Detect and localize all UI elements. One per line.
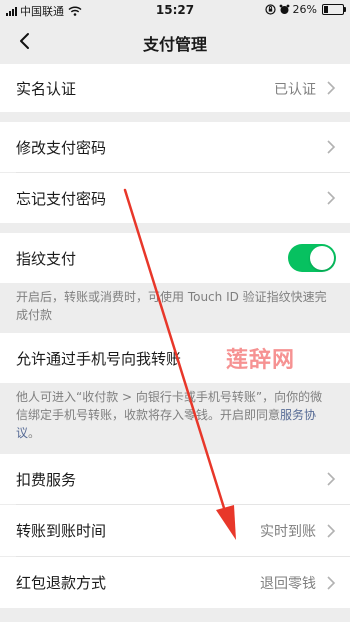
description-end: 。 (28, 426, 41, 440)
battery-percent: 26% (292, 3, 317, 16)
fingerprint-description: 开启后，转账或消费时，可使用 Touch ID 验证指纹快速完成付款 (16, 290, 327, 322)
red-packet-refund-row[interactable]: 红包退款方式 退回零钱 (0, 557, 350, 608)
phone-transfer-label: 允许通过手机号向我转账 (16, 350, 182, 368)
arrival-time-value: 实时到账 (260, 524, 316, 540)
chevron-right-icon (327, 191, 336, 205)
fingerprint-pay-toggle[interactable] (288, 244, 336, 272)
phone-transfer-description: 他人可进入“收付款 > 向银行卡或手机号转账”，向你的微信绑定手机号转账，收款将… (16, 388, 334, 442)
chevron-right-icon (327, 576, 336, 590)
nav-bar: 支付管理 (0, 20, 350, 62)
orientation-lock-icon (264, 4, 276, 15)
toggle-knob (310, 246, 334, 270)
chevron-right-icon (327, 472, 336, 486)
watermark-text: 莲辞网 (226, 348, 296, 373)
battery-icon (322, 4, 346, 15)
chevron-right-icon (327, 524, 336, 538)
forgot-password-row[interactable]: 忘记支付密码 (0, 173, 350, 223)
phone-transfer-description-text: 他人可进入“收付款 > 向银行卡或手机号转账”，向你的微信绑定手机号转账，收款将… (16, 390, 323, 422)
forgot-password-label: 忘记支付密码 (16, 190, 107, 208)
arrival-time-row[interactable]: 转账到账时间 实时到账 (0, 505, 350, 556)
real-name-row[interactable]: 实名认证 已认证 (0, 64, 350, 112)
chevron-right-icon (327, 140, 336, 154)
change-password-row[interactable]: 修改支付密码 (0, 122, 350, 172)
deduction-service-label: 扣费服务 (16, 471, 77, 489)
change-password-label: 修改支付密码 (16, 139, 107, 157)
real-name-label: 实名认证 (16, 80, 77, 98)
red-packet-refund-label: 红包退款方式 (16, 574, 107, 592)
status-bar: 中国联通 15:27 26% (0, 0, 350, 20)
fingerprint-pay-row: 指纹支付 (0, 233, 350, 283)
arrival-time-label: 转账到账时间 (16, 522, 107, 540)
red-packet-refund-value: 退回零钱 (260, 576, 316, 592)
deduction-service-row[interactable]: 扣费服务 (0, 454, 350, 504)
real-name-status: 已认证 (274, 82, 316, 98)
watermark: 莲辞网 (226, 342, 334, 373)
page-title: 支付管理 (142, 35, 207, 54)
alarm-icon (279, 4, 289, 14)
chevron-right-icon (327, 81, 336, 95)
fingerprint-pay-label: 指纹支付 (16, 250, 77, 268)
